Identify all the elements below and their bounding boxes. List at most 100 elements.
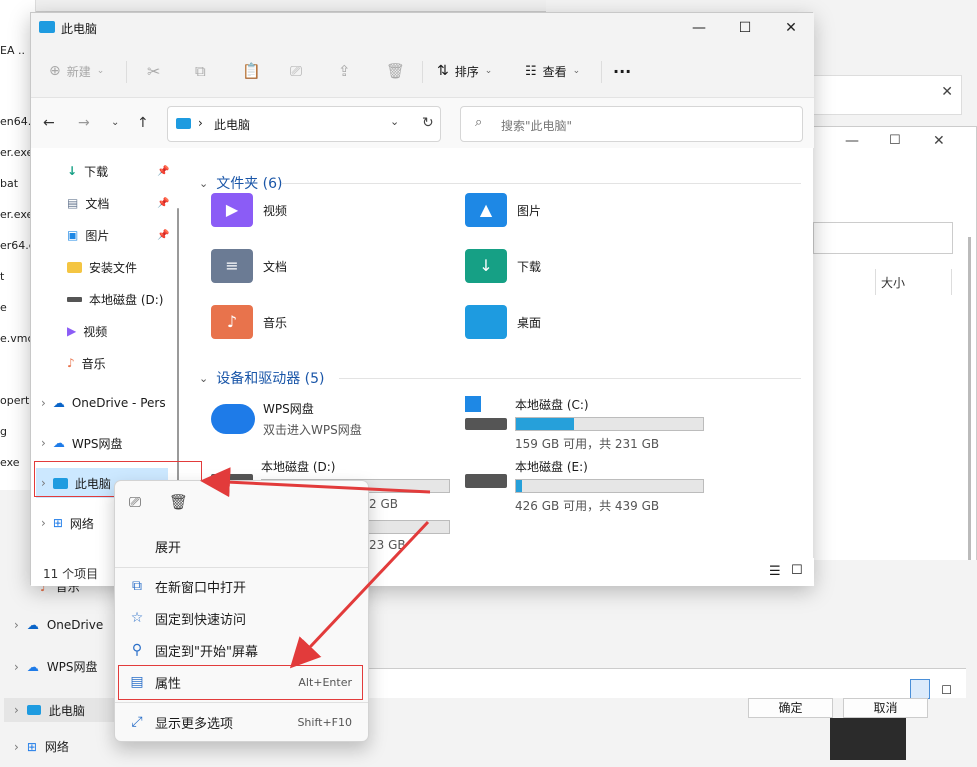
bg-nav-item[interactable]: › ⊞ 网络 <box>14 738 69 755</box>
chevron-right-icon: › <box>14 618 19 632</box>
nav-item-wps[interactable]: › ☁ WPS网盘 <box>41 430 123 456</box>
pin-icon[interactable]: 📌 <box>157 166 169 177</box>
delete-icon[interactable]: 🗑 <box>386 59 405 83</box>
bg-text: en64. <box>0 115 32 128</box>
menu-shortcut: Shift+F10 <box>297 715 352 729</box>
device-free: 426 GB 可用，共 439 GB <box>515 499 660 513</box>
nav-item-videos[interactable]: ▶ 视频 <box>67 318 107 344</box>
bg-text: opert <box>0 394 30 407</box>
forward-arrow-icon[interactable]: → <box>78 115 90 131</box>
delete-icon[interactable]: 🗑 <box>169 493 188 511</box>
menu-item-pin-quick-access[interactable]: ☆ 固定到快速访问 <box>119 603 364 633</box>
device-name: 本地磁盘 (C:) <box>515 398 589 412</box>
close-button[interactable]: ✕ <box>768 13 814 43</box>
cloud-icon: ☁ <box>52 396 65 410</box>
chevron-right-icon: › <box>14 703 19 717</box>
nav-scrollbar[interactable] <box>177 208 179 483</box>
maximize-button[interactable]: ☐ <box>722 13 768 43</box>
menu-label: 在新窗口中打开 <box>155 580 247 596</box>
menu-item-expand[interactable]: 展开 <box>119 531 364 561</box>
nav-item-downloads[interactable]: ↓ 下载 <box>67 158 108 184</box>
refresh-icon[interactable]: ↻ <box>422 115 434 131</box>
pin-icon[interactable]: 📌 <box>157 198 169 209</box>
folder-item-pictures[interactable]: ▲ 图片 <box>465 193 541 227</box>
nav-item-network[interactable]: › ⊞ 网络 <box>41 510 94 536</box>
nav-item-pictures[interactable]: ▣ 图片 <box>67 222 109 248</box>
details-view-icon[interactable] <box>910 679 930 699</box>
menu-item-pin-start[interactable]: ⚲ 固定到"开始"屏幕 <box>119 635 364 665</box>
search-input[interactable]: ⌕ 搜索"此电脑" <box>460 106 803 142</box>
nav-item-documents[interactable]: ▤ 文档 <box>67 190 109 216</box>
sort-button[interactable]: ⇅ 排序 ⌄ <box>437 59 492 83</box>
nav-item-music[interactable]: ♪ 音乐 <box>67 350 106 376</box>
view-button[interactable]: ☷ 查看 ⌄ <box>525 59 580 83</box>
minimize-icon[interactable]: — <box>845 133 859 149</box>
computer-icon <box>176 118 191 129</box>
chevron-down-icon[interactable]: ⌄ <box>390 115 399 128</box>
minimize-button[interactable]: — <box>676 13 722 43</box>
new-button[interactable]: ⊕ 新建 ⌄ <box>49 59 104 83</box>
cancel-button[interactable]: 取消 <box>843 698 928 718</box>
folder-item-downloads[interactable]: ↓ 下载 <box>465 249 541 283</box>
back-arrow-icon[interactable]: ← <box>43 115 55 131</box>
paste-icon[interactable]: 📋 <box>242 59 261 83</box>
menu-item-more-options[interactable]: ⤢ 显示更多选项 Shift+F10 <box>119 707 364 737</box>
cut-icon[interactable]: ✂ <box>147 59 160 83</box>
sort-label: 排序 <box>454 64 479 79</box>
address-bar[interactable]: › 此电脑 ⌄ ↻ <box>167 106 441 142</box>
breadcrumb-chevron-icon[interactable]: › <box>198 116 203 130</box>
size-column-header[interactable]: 大小 <box>881 274 905 291</box>
bg-nav-item[interactable]: › ☁ WPS网盘 <box>14 658 98 675</box>
tiles-view-icon[interactable]: ☐ <box>941 683 952 697</box>
music-folder-icon: ♪ <box>211 305 253 339</box>
bg-text: EA .. <box>0 44 25 57</box>
bg-text: er.exe <box>0 146 34 159</box>
close-icon[interactable]: ✕ <box>933 133 945 149</box>
close-icon[interactable]: ✕ <box>941 84 953 100</box>
bg-nav-item[interactable]: › ☁ OneDrive <box>14 618 103 632</box>
menu-label: 显示更多选项 <box>155 716 234 732</box>
share-icon[interactable]: ⇪ <box>338 59 351 83</box>
menu-item-open-new-window[interactable]: ⧉ 在新窗口中打开 <box>119 571 364 601</box>
nav-item-install-files[interactable]: 安装文件 <box>67 254 137 280</box>
folder-item-documents[interactable]: ≡ 文档 <box>211 249 287 283</box>
divider <box>601 61 602 83</box>
folder-item-music[interactable]: ♪ 音乐 <box>211 305 287 339</box>
device-item-wps[interactable]: WPS网盘 双击进入WPS网盘 <box>211 400 362 438</box>
device-item-drive-c[interactable]: 本地磁盘 (C:) 159 GB 可用，共 231 GB <box>465 396 704 452</box>
nav-item-onedrive[interactable]: › ☁ OneDrive - Pers <box>41 390 166 416</box>
drive-icon <box>67 296 82 302</box>
pin-icon[interactable]: 📌 <box>157 230 169 241</box>
desktop-folder-icon <box>465 305 507 339</box>
usage-fill <box>516 418 574 430</box>
nav-label: 本地磁盘 (D:) <box>89 292 164 307</box>
devices-section-header[interactable]: ⌄ 设备和驱动器 (5) <box>199 368 325 388</box>
folder-label: 音乐 <box>263 315 288 330</box>
tiles-view-icon[interactable]: ☐ <box>791 563 803 578</box>
video-icon: ▶ <box>67 324 77 338</box>
item-count: 11 个项目 <box>43 567 99 581</box>
nav-item-drive-d[interactable]: 本地磁盘 (D:) <box>67 286 163 312</box>
maximize-icon[interactable]: ☐ <box>889 133 901 148</box>
up-arrow-icon[interactable]: ↑ <box>137 115 149 131</box>
breadcrumb[interactable]: 此电脑 <box>214 116 250 133</box>
folder-item-videos[interactable]: ▶ 视频 <box>211 193 287 227</box>
details-view-icon[interactable]: ☰ <box>769 564 781 579</box>
star-icon: ☆ <box>130 610 144 626</box>
search-placeholder: 搜索"此电脑" <box>501 119 573 133</box>
bg-input[interactable] <box>813 222 953 254</box>
search-icon: ⌕ <box>475 115 483 130</box>
folder-item-desktop[interactable]: 桌面 <box>465 305 541 339</box>
column-divider <box>875 269 876 295</box>
device-free: 159 GB 可用，共 231 GB <box>515 437 660 451</box>
rename-icon[interactable]: ⎚ <box>129 493 141 511</box>
folder-label: 视频 <box>263 203 288 218</box>
device-item-drive-e[interactable]: 本地磁盘 (E:) 426 GB 可用，共 439 GB <box>465 458 704 514</box>
rename-icon[interactable]: ⎚ <box>290 59 302 83</box>
ok-button[interactable]: 确定 <box>748 698 833 718</box>
more-button[interactable]: ··· <box>613 59 631 83</box>
copy-icon[interactable]: ⧉ <box>195 59 206 83</box>
folders-section-header[interactable]: ⌄ 文件夹 (6) <box>199 173 283 193</box>
column-divider <box>951 269 952 295</box>
recent-chevron-icon[interactable]: ⌄ <box>111 117 119 128</box>
